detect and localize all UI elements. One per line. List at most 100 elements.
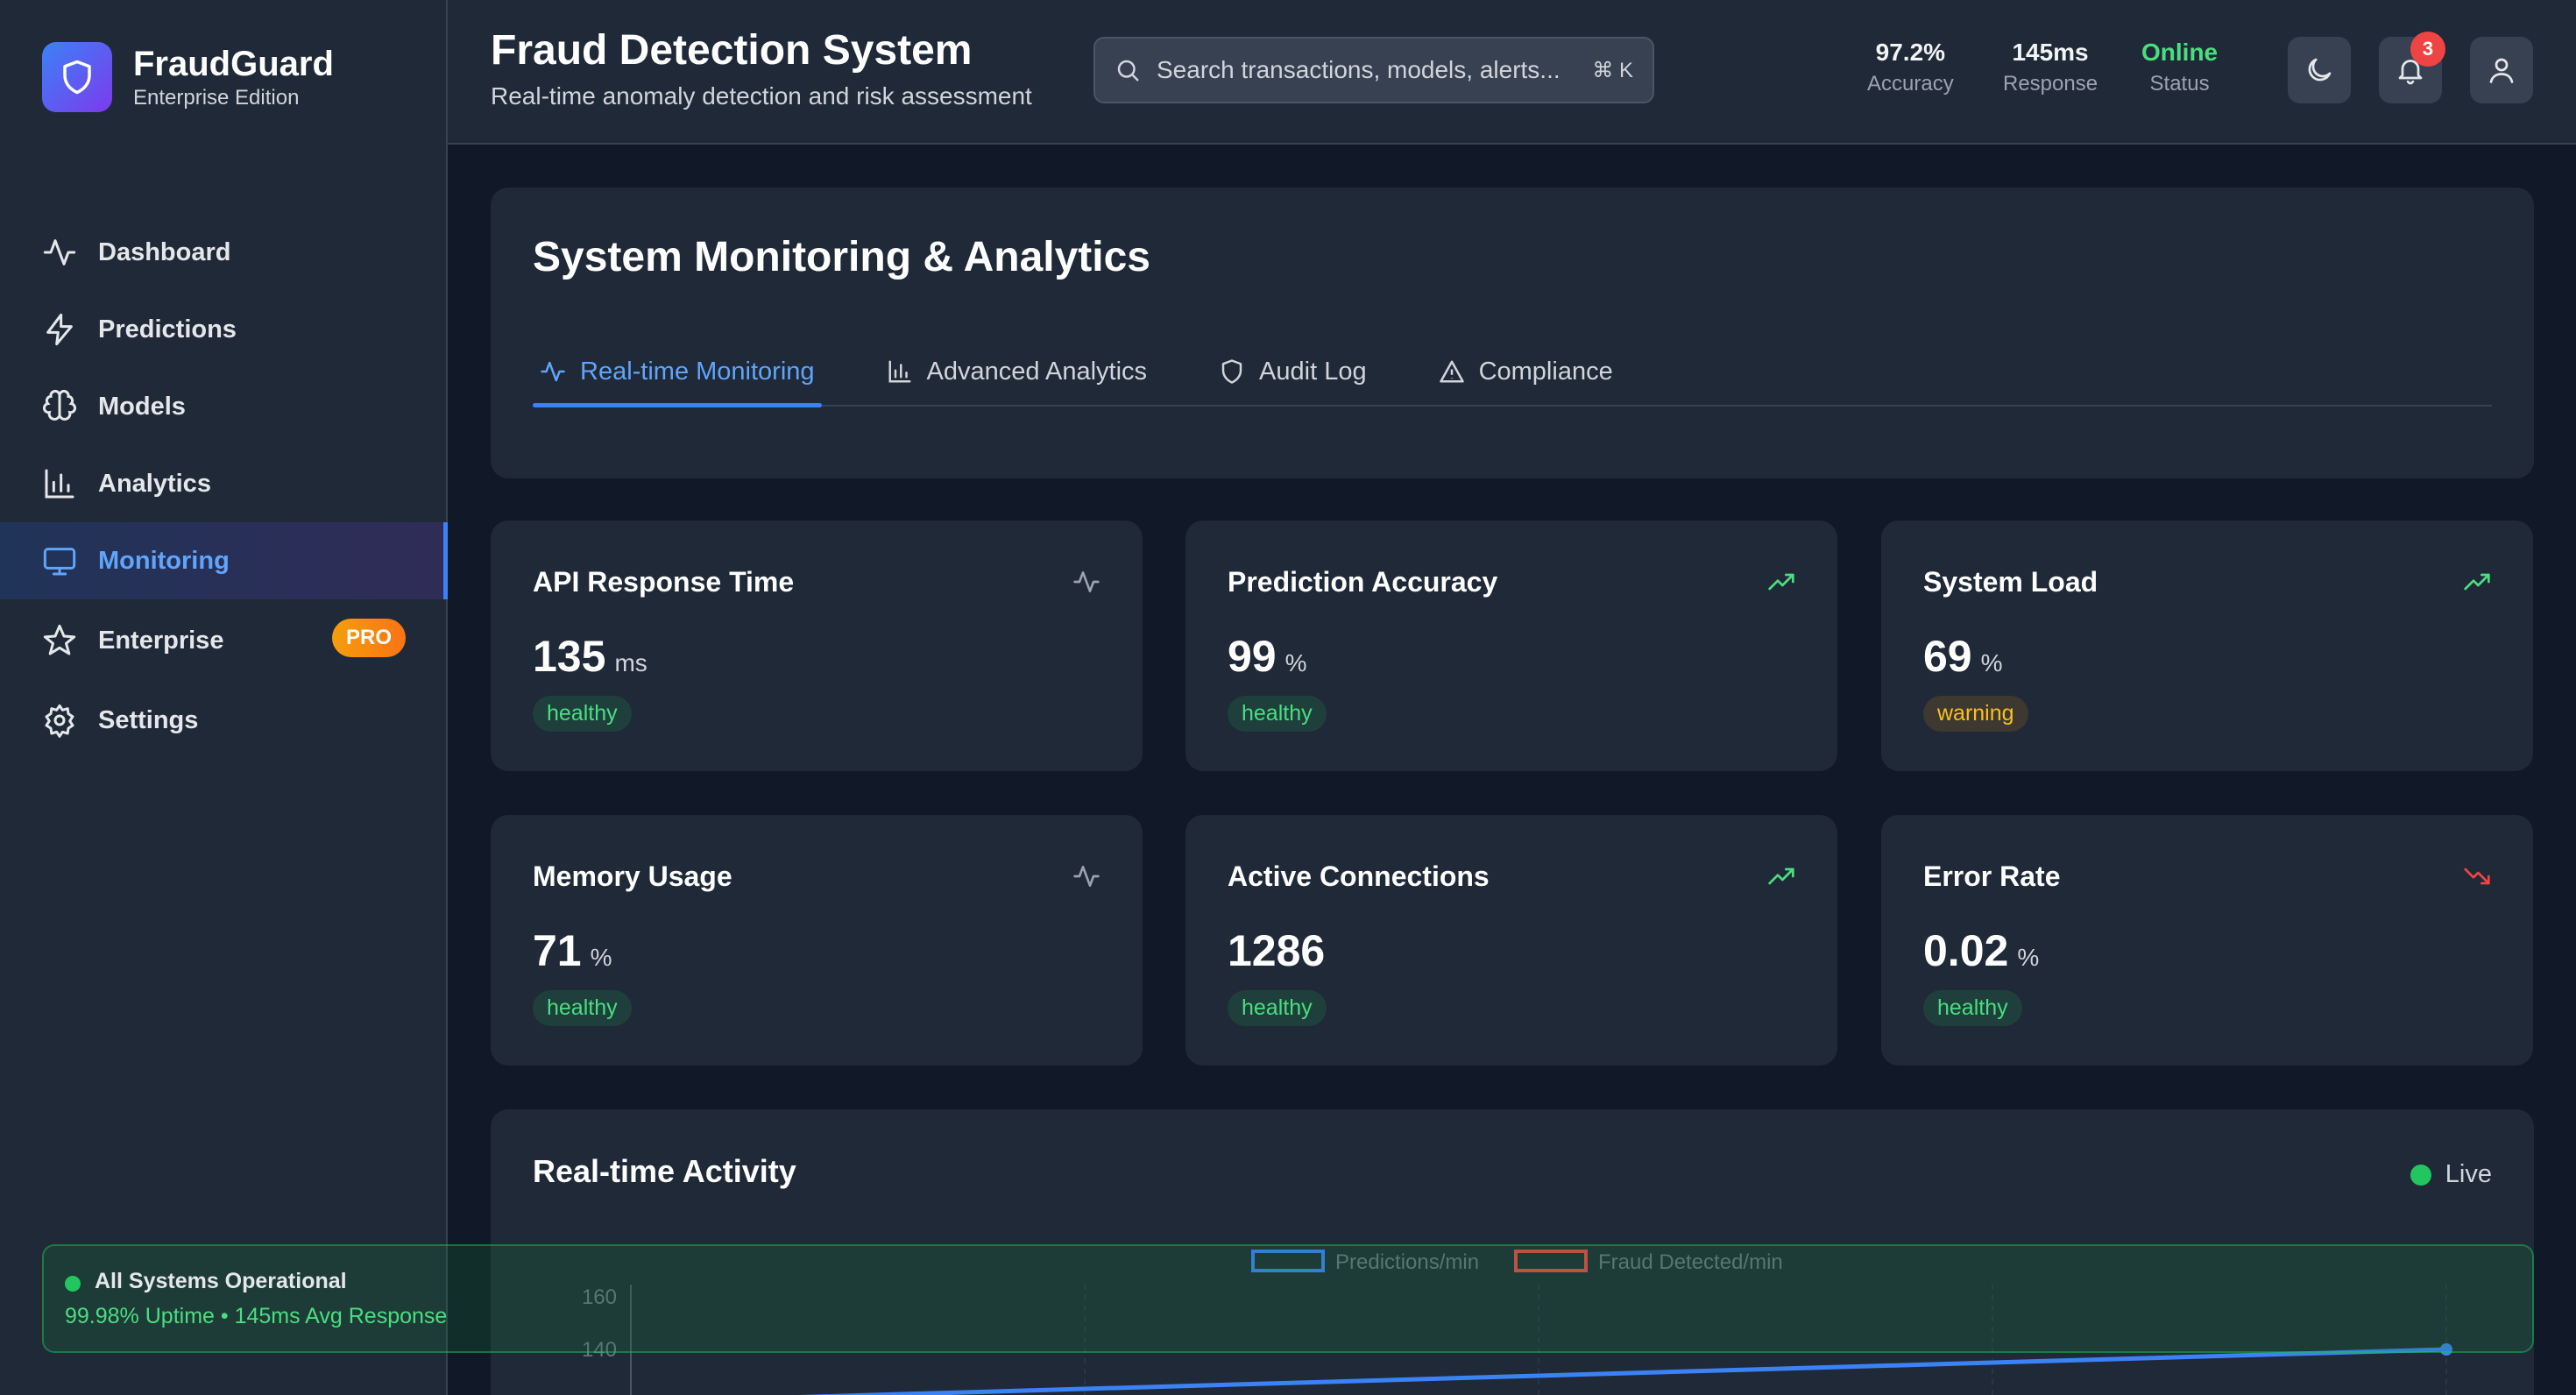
gear-icon	[42, 703, 77, 738]
status-badge: healthy	[533, 990, 632, 1026]
brain-icon	[42, 389, 77, 424]
tab-realtime-monitoring[interactable]: Real-time Monitoring	[533, 338, 822, 407]
zap-icon	[42, 312, 77, 347]
metric-unit: %	[1284, 649, 1307, 676]
stat-value: 145ms	[2012, 39, 2089, 66]
metric-card-memory-usage[interactable]: Memory Usage 71% healthy	[491, 815, 1143, 1066]
monitoring-panel: System Monitoring & Analytics Real-time …	[491, 188, 2534, 478]
metric-title: System Load	[1923, 566, 2098, 598]
metric-title: Prediction Accuracy	[1228, 566, 1498, 598]
metric-title: Error Rate	[1923, 860, 2061, 892]
metric-value: 135	[533, 632, 606, 681]
sidebar-item-monitoring[interactable]: Monitoring	[0, 522, 448, 599]
tab-bar: Real-time Monitoring Advanced Analytics …	[533, 338, 2492, 407]
pro-badge: PRO	[331, 619, 406, 657]
metric-title: Active Connections	[1228, 860, 1490, 892]
status-badge: healthy	[1228, 990, 1327, 1026]
metric-value: 0.02	[1923, 926, 2009, 975]
status-dot-icon	[65, 1276, 81, 1292]
trending-up-icon	[1767, 862, 1795, 890]
metric-unit: %	[2017, 944, 2040, 971]
tab-audit-log[interactable]: Audit Log	[1212, 338, 1374, 405]
metric-card-error-rate[interactable]: Error Rate 0.02% healthy	[1881, 815, 2533, 1066]
status-subtitle: 99.98% Uptime • 145ms Avg Response	[65, 1304, 448, 1328]
stat-value: 97.2%	[1875, 39, 1946, 66]
search-input[interactable]	[1157, 56, 1593, 84]
trending-up-icon	[1767, 568, 1795, 596]
page-title: Fraud Detection System	[491, 27, 973, 74]
activity-icon	[42, 235, 77, 270]
metric-value: 99	[1228, 632, 1277, 681]
sidebar: FraudGuard Enterprise Edition Dashboard …	[0, 0, 448, 1395]
activity-icon	[1072, 568, 1100, 596]
metric-unit: ms	[614, 649, 648, 676]
stat-status: Online Status	[2141, 39, 2218, 96]
status-title: All Systems Operational	[95, 1269, 347, 1293]
tab-label: Real-time Monitoring	[580, 357, 815, 386]
tab-advanced-analytics[interactable]: Advanced Analytics	[880, 338, 1154, 405]
sidebar-item-label: Dashboard	[98, 237, 231, 266]
metric-title: Memory Usage	[533, 860, 732, 892]
stat-accuracy: 97.2% Accuracy	[1867, 39, 1954, 96]
tab-label: Audit Log	[1259, 357, 1367, 386]
status-badge: healthy	[533, 696, 632, 732]
metric-card-active-connections[interactable]: Active Connections 1286 healthy	[1185, 815, 1837, 1066]
brand[interactable]: FraudGuard Enterprise Edition	[42, 42, 334, 112]
warning-triangle-icon	[1439, 358, 1465, 385]
user-icon	[2486, 54, 2517, 86]
sidebar-item-label: Settings	[98, 705, 199, 734]
sidebar-item-dashboard[interactable]: Dashboard	[0, 214, 448, 291]
metric-value: 71	[533, 926, 582, 975]
stat-label: Response	[2003, 72, 2098, 96]
sidebar-item-label: Models	[98, 392, 186, 421]
star-icon	[42, 623, 77, 658]
panel-title: System Monitoring & Analytics	[533, 234, 1150, 280]
shield-icon	[1219, 358, 1245, 385]
sidebar-item-models[interactable]: Models	[0, 368, 448, 445]
notifications-button[interactable]: 3	[2379, 32, 2445, 103]
theme-toggle-button[interactable]	[2288, 37, 2351, 103]
metric-card-prediction-accuracy[interactable]: Prediction Accuracy 99% healthy	[1185, 520, 1837, 771]
sidebar-item-label: Enterprise	[98, 626, 224, 655]
stat-label: Accuracy	[1867, 72, 1954, 96]
user-profile-button[interactable]	[2470, 37, 2533, 103]
metric-unit: %	[590, 944, 612, 971]
sidebar-item-label: Analytics	[98, 469, 211, 498]
trending-up-icon	[2463, 568, 2491, 596]
bar-chart-icon	[887, 358, 913, 385]
status-badge: warning	[1923, 696, 2028, 732]
metric-title: API Response Time	[533, 566, 795, 598]
metric-card-system-load[interactable]: System Load 69% warning	[1881, 520, 2533, 771]
sidebar-item-predictions[interactable]: Predictions	[0, 291, 448, 368]
stat-value: Online	[2141, 39, 2219, 66]
activity-icon	[540, 358, 566, 385]
tab-label: Compliance	[1478, 357, 1613, 386]
shield-logo-icon	[42, 42, 112, 112]
page-subtitle: Real-time anomaly detection and risk ass…	[491, 82, 1032, 110]
status-badge: healthy	[1228, 696, 1327, 732]
search-shortcut: ⌘ K	[1592, 58, 1633, 82]
sidebar-nav: Dashboard Predictions Models Analytics M…	[0, 214, 448, 759]
brand-name: FraudGuard	[133, 45, 334, 83]
notification-count-badge: 3	[2410, 32, 2445, 67]
stat-response: 145ms Response	[2003, 39, 2098, 96]
tab-compliance[interactable]: Compliance	[1432, 338, 1620, 405]
metric-value: 69	[1923, 632, 1972, 681]
sidebar-item-analytics[interactable]: Analytics	[0, 445, 448, 522]
metric-value: 1286	[1228, 926, 1326, 975]
tab-label: Advanced Analytics	[926, 357, 1148, 386]
bar-chart-icon	[42, 466, 77, 501]
metric-unit: %	[1980, 649, 2003, 676]
sidebar-item-settings[interactable]: Settings	[0, 682, 448, 759]
metric-card-api-response-time[interactable]: API Response Time 135 ms healthy	[491, 520, 1143, 771]
search-icon	[1115, 57, 1141, 83]
trending-down-icon	[2463, 862, 2491, 890]
sidebar-item-label: Predictions	[98, 315, 237, 343]
sidebar-item-enterprise[interactable]: Enterprise PRO	[0, 599, 448, 682]
stat-label: Status	[2149, 72, 2210, 96]
sidebar-item-label: Monitoring	[98, 546, 230, 575]
search-box[interactable]: ⌘ K	[1093, 37, 1654, 103]
activity-icon	[1072, 862, 1100, 890]
top-header: Fraud Detection System Real-time anomaly…	[448, 0, 2576, 145]
moon-icon	[2304, 54, 2335, 86]
